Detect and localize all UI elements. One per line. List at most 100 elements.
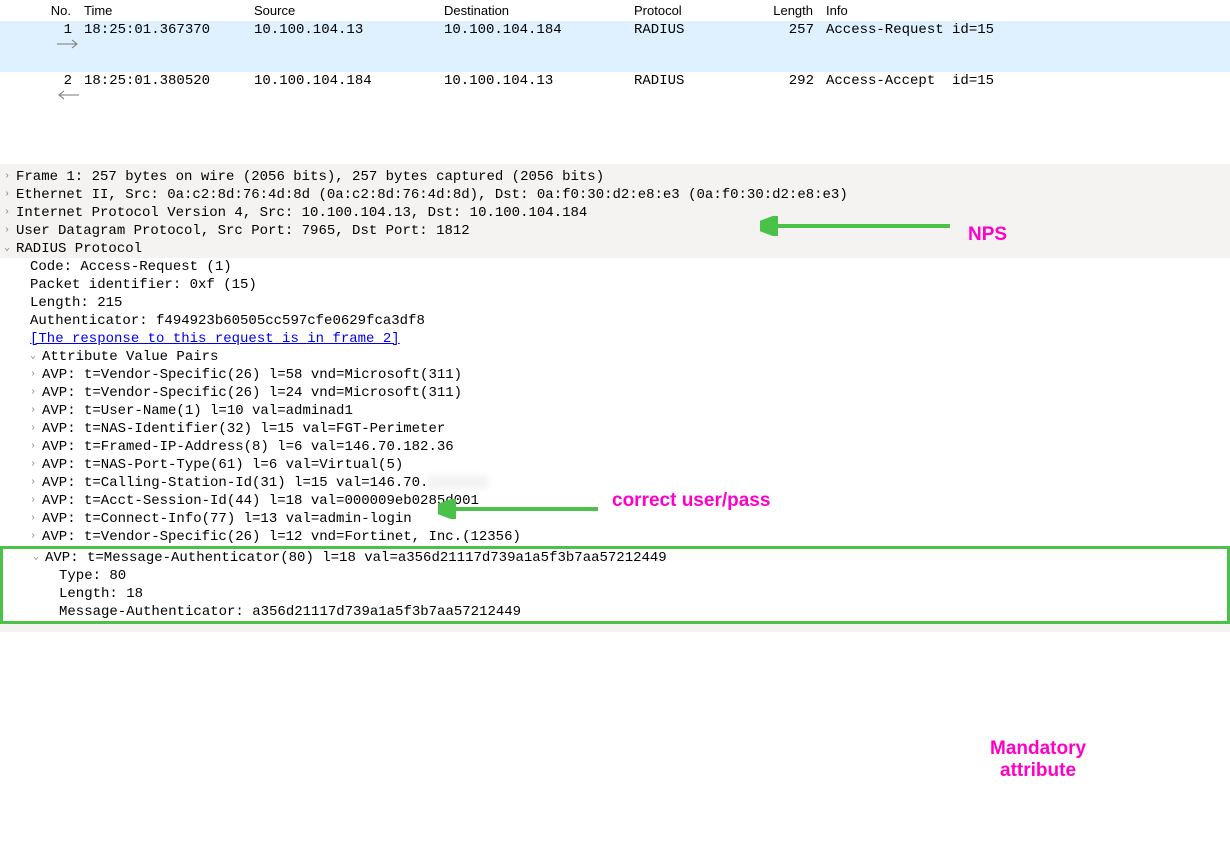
- caret-right-icon: ›: [30, 405, 42, 416]
- direction-arrow-icon: [0, 22, 32, 71]
- tree-label: AVP: t=Framed-IP-Address(8) l=6 val=146.…: [42, 439, 454, 455]
- avp-row[interactable]: ›AVP: t=Framed-IP-Address(8) l=6 val=146…: [0, 438, 1230, 456]
- tree-label: AVP: t=Vendor-Specific(26) l=58 vnd=Micr…: [42, 367, 462, 383]
- cell-no: 2: [32, 73, 78, 122]
- caret-right-icon: ›: [30, 495, 42, 506]
- caret-right-icon: ›: [30, 531, 42, 542]
- msg-auth-value[interactable]: Message-Authenticator: a356d21117d739a1a…: [3, 603, 1227, 621]
- avp-row[interactable]: ›AVP: t=User-Name(1) l=10 val=adminad1: [0, 402, 1230, 420]
- tree-label: Authenticator: f494923b60505cc597cfe0629…: [30, 313, 425, 329]
- col-header-info[interactable]: Info: [820, 3, 1230, 18]
- radius-packet-id[interactable]: Packet identifier: 0xf (15): [0, 276, 1230, 294]
- caret-right-icon: ›: [30, 477, 42, 488]
- tree-radius[interactable]: ⌄RADIUS Protocol: [0, 240, 1230, 258]
- tree-label: Internet Protocol Version 4, Src: 10.100…: [16, 205, 587, 221]
- avp-row[interactable]: ›AVP: t=NAS-Port-Type(61) l=6 val=Virtua…: [0, 456, 1230, 474]
- tree-label: Ethernet II, Src: 0a:c2:8d:76:4d:8d (0a:…: [16, 187, 848, 203]
- tree-label: AVP: t=NAS-Port-Type(61) l=6 val=Virtual…: [42, 457, 403, 473]
- highlighted-avp-box: ⌄AVP: t=Message-Authenticator(80) l=18 v…: [0, 546, 1230, 624]
- cell-length: 257: [760, 22, 820, 71]
- tree-label: Packet identifier: 0xf (15): [30, 277, 257, 293]
- col-header-time[interactable]: Time: [78, 3, 248, 18]
- cell-info: Access-Request id=15: [820, 22, 1230, 71]
- direction-arrow-icon: [0, 73, 32, 122]
- redacted-value: [428, 475, 488, 489]
- caret-right-icon: ›: [30, 513, 42, 524]
- tree-label: Message-Authenticator: a356d21117d739a1a…: [59, 604, 521, 620]
- caret-right-icon: ›: [4, 225, 16, 236]
- tree-frame[interactable]: ›Frame 1: 257 bytes on wire (2056 bits),…: [0, 168, 1230, 186]
- radius-authenticator[interactable]: Authenticator: f494923b60505cc597cfe0629…: [0, 312, 1230, 330]
- caret-down-icon: ⌄: [33, 551, 45, 563]
- avp-message-authenticator[interactable]: ⌄AVP: t=Message-Authenticator(80) l=18 v…: [3, 549, 1227, 567]
- radius-avp-header[interactable]: ⌄Attribute Value Pairs: [0, 348, 1230, 366]
- avp-row[interactable]: ›AVP: t=Acct-Session-Id(44) l=18 val=000…: [0, 492, 1230, 510]
- caret-right-icon: ›: [30, 441, 42, 452]
- avp-row[interactable]: ›AVP: t=Connect-Info(77) l=13 val=admin-…: [0, 510, 1230, 528]
- cell-source: 10.100.104.184: [248, 73, 438, 122]
- tree-label: [The response to this request is in fram…: [30, 331, 400, 347]
- tree-label: Length: 18: [59, 586, 143, 602]
- packet-row[interactable]: 1 18:25:01.367370 10.100.104.13 10.100.1…: [0, 21, 1230, 72]
- cell-protocol: RADIUS: [628, 22, 760, 71]
- radius-length[interactable]: Length: 215: [0, 294, 1230, 312]
- cell-source: 10.100.104.13: [248, 22, 438, 71]
- tree-label: RADIUS Protocol: [16, 241, 142, 257]
- tree-udp[interactable]: ›User Datagram Protocol, Src Port: 7965,…: [0, 222, 1230, 240]
- avp-row[interactable]: ›AVP: t=Calling-Station-Id(31) l=15 val=…: [0, 474, 1230, 492]
- caret-right-icon: ›: [30, 423, 42, 434]
- col-header-protocol[interactable]: Protocol: [628, 3, 760, 18]
- packet-row[interactable]: 2 18:25:01.380520 10.100.104.184 10.100.…: [0, 72, 1230, 123]
- col-header-destination[interactable]: Destination: [438, 3, 628, 18]
- caret-right-icon: ›: [4, 171, 16, 182]
- caret-right-icon: ›: [30, 369, 42, 380]
- radius-response-link[interactable]: [The response to this request is in fram…: [0, 330, 1230, 348]
- packet-list-header: No. Time Source Destination Protocol Len…: [0, 0, 1230, 21]
- annotation-text: Mandatory: [990, 738, 1086, 760]
- caret-right-icon: ›: [4, 207, 16, 218]
- tree-label: AVP: t=Vendor-Specific(26) l=12 vnd=Fort…: [42, 529, 521, 545]
- col-header-no[interactable]: No.: [32, 3, 78, 18]
- tree-label: Attribute Value Pairs: [42, 349, 218, 365]
- avp-row[interactable]: ›AVP: t=Vendor-Specific(26) l=24 vnd=Mic…: [0, 384, 1230, 402]
- packet-list-panel: No. Time Source Destination Protocol Len…: [0, 0, 1230, 124]
- cell-no: 1: [32, 22, 78, 71]
- packet-details-panel: ›Frame 1: 257 bytes on wire (2056 bits),…: [0, 164, 1230, 632]
- cell-time: 18:25:01.367370: [78, 22, 248, 71]
- tree-label: Type: 80: [59, 568, 126, 584]
- tree-label: Code: Access-Request (1): [30, 259, 232, 275]
- tree-label: AVP: t=Calling-Station-Id(31) l=15 val=1…: [42, 475, 428, 491]
- cell-info: Access-Accept id=15: [820, 73, 1230, 122]
- col-header-length[interactable]: Length: [760, 3, 820, 18]
- caret-right-icon: ›: [30, 459, 42, 470]
- tree-ip[interactable]: ›Internet Protocol Version 4, Src: 10.10…: [0, 204, 1230, 222]
- tree-label: AVP: t=User-Name(1) l=10 val=adminad1: [42, 403, 353, 419]
- annotation-text: attribute: [990, 760, 1086, 782]
- cell-destination: 10.100.104.184: [438, 22, 628, 71]
- caret-right-icon: ›: [30, 387, 42, 398]
- cell-protocol: RADIUS: [628, 73, 760, 122]
- avp-row[interactable]: ›AVP: t=NAS-Identifier(32) l=15 val=FGT-…: [0, 420, 1230, 438]
- avp-row[interactable]: ›AVP: t=Vendor-Specific(26) l=58 vnd=Mic…: [0, 366, 1230, 384]
- col-header-source[interactable]: Source: [248, 3, 438, 18]
- tree-label: AVP: t=Connect-Info(77) l=13 val=admin-l…: [42, 511, 412, 527]
- tree-label: User Datagram Protocol, Src Port: 7965, …: [16, 223, 470, 239]
- tree-ethernet[interactable]: ›Ethernet II, Src: 0a:c2:8d:76:4d:8d (0a…: [0, 186, 1230, 204]
- tree-label: AVP: t=NAS-Identifier(32) l=15 val=FGT-P…: [42, 421, 445, 437]
- tree-label: AVP: t=Vendor-Specific(26) l=24 vnd=Micr…: [42, 385, 462, 401]
- msg-auth-length[interactable]: Length: 18: [3, 585, 1227, 603]
- avp-row[interactable]: ›AVP: t=Vendor-Specific(26) l=12 vnd=For…: [0, 528, 1230, 546]
- tree-label: AVP: t=Acct-Session-Id(44) l=18 val=0000…: [42, 493, 479, 509]
- radius-code[interactable]: Code: Access-Request (1): [0, 258, 1230, 276]
- tree-label: Frame 1: 257 bytes on wire (2056 bits), …: [16, 169, 604, 185]
- tree-label: Length: 215: [30, 295, 122, 311]
- caret-down-icon: ⌄: [4, 242, 16, 254]
- cell-destination: 10.100.104.13: [438, 73, 628, 122]
- caret-right-icon: ›: [4, 189, 16, 200]
- cell-length: 292: [760, 73, 820, 122]
- cell-time: 18:25:01.380520: [78, 73, 248, 122]
- caret-down-icon: ⌄: [30, 350, 42, 362]
- tree-label: AVP: t=Message-Authenticator(80) l=18 va…: [45, 550, 667, 566]
- annotation-mandatory: Mandatory attribute: [990, 738, 1086, 782]
- msg-auth-type[interactable]: Type: 80: [3, 567, 1227, 585]
